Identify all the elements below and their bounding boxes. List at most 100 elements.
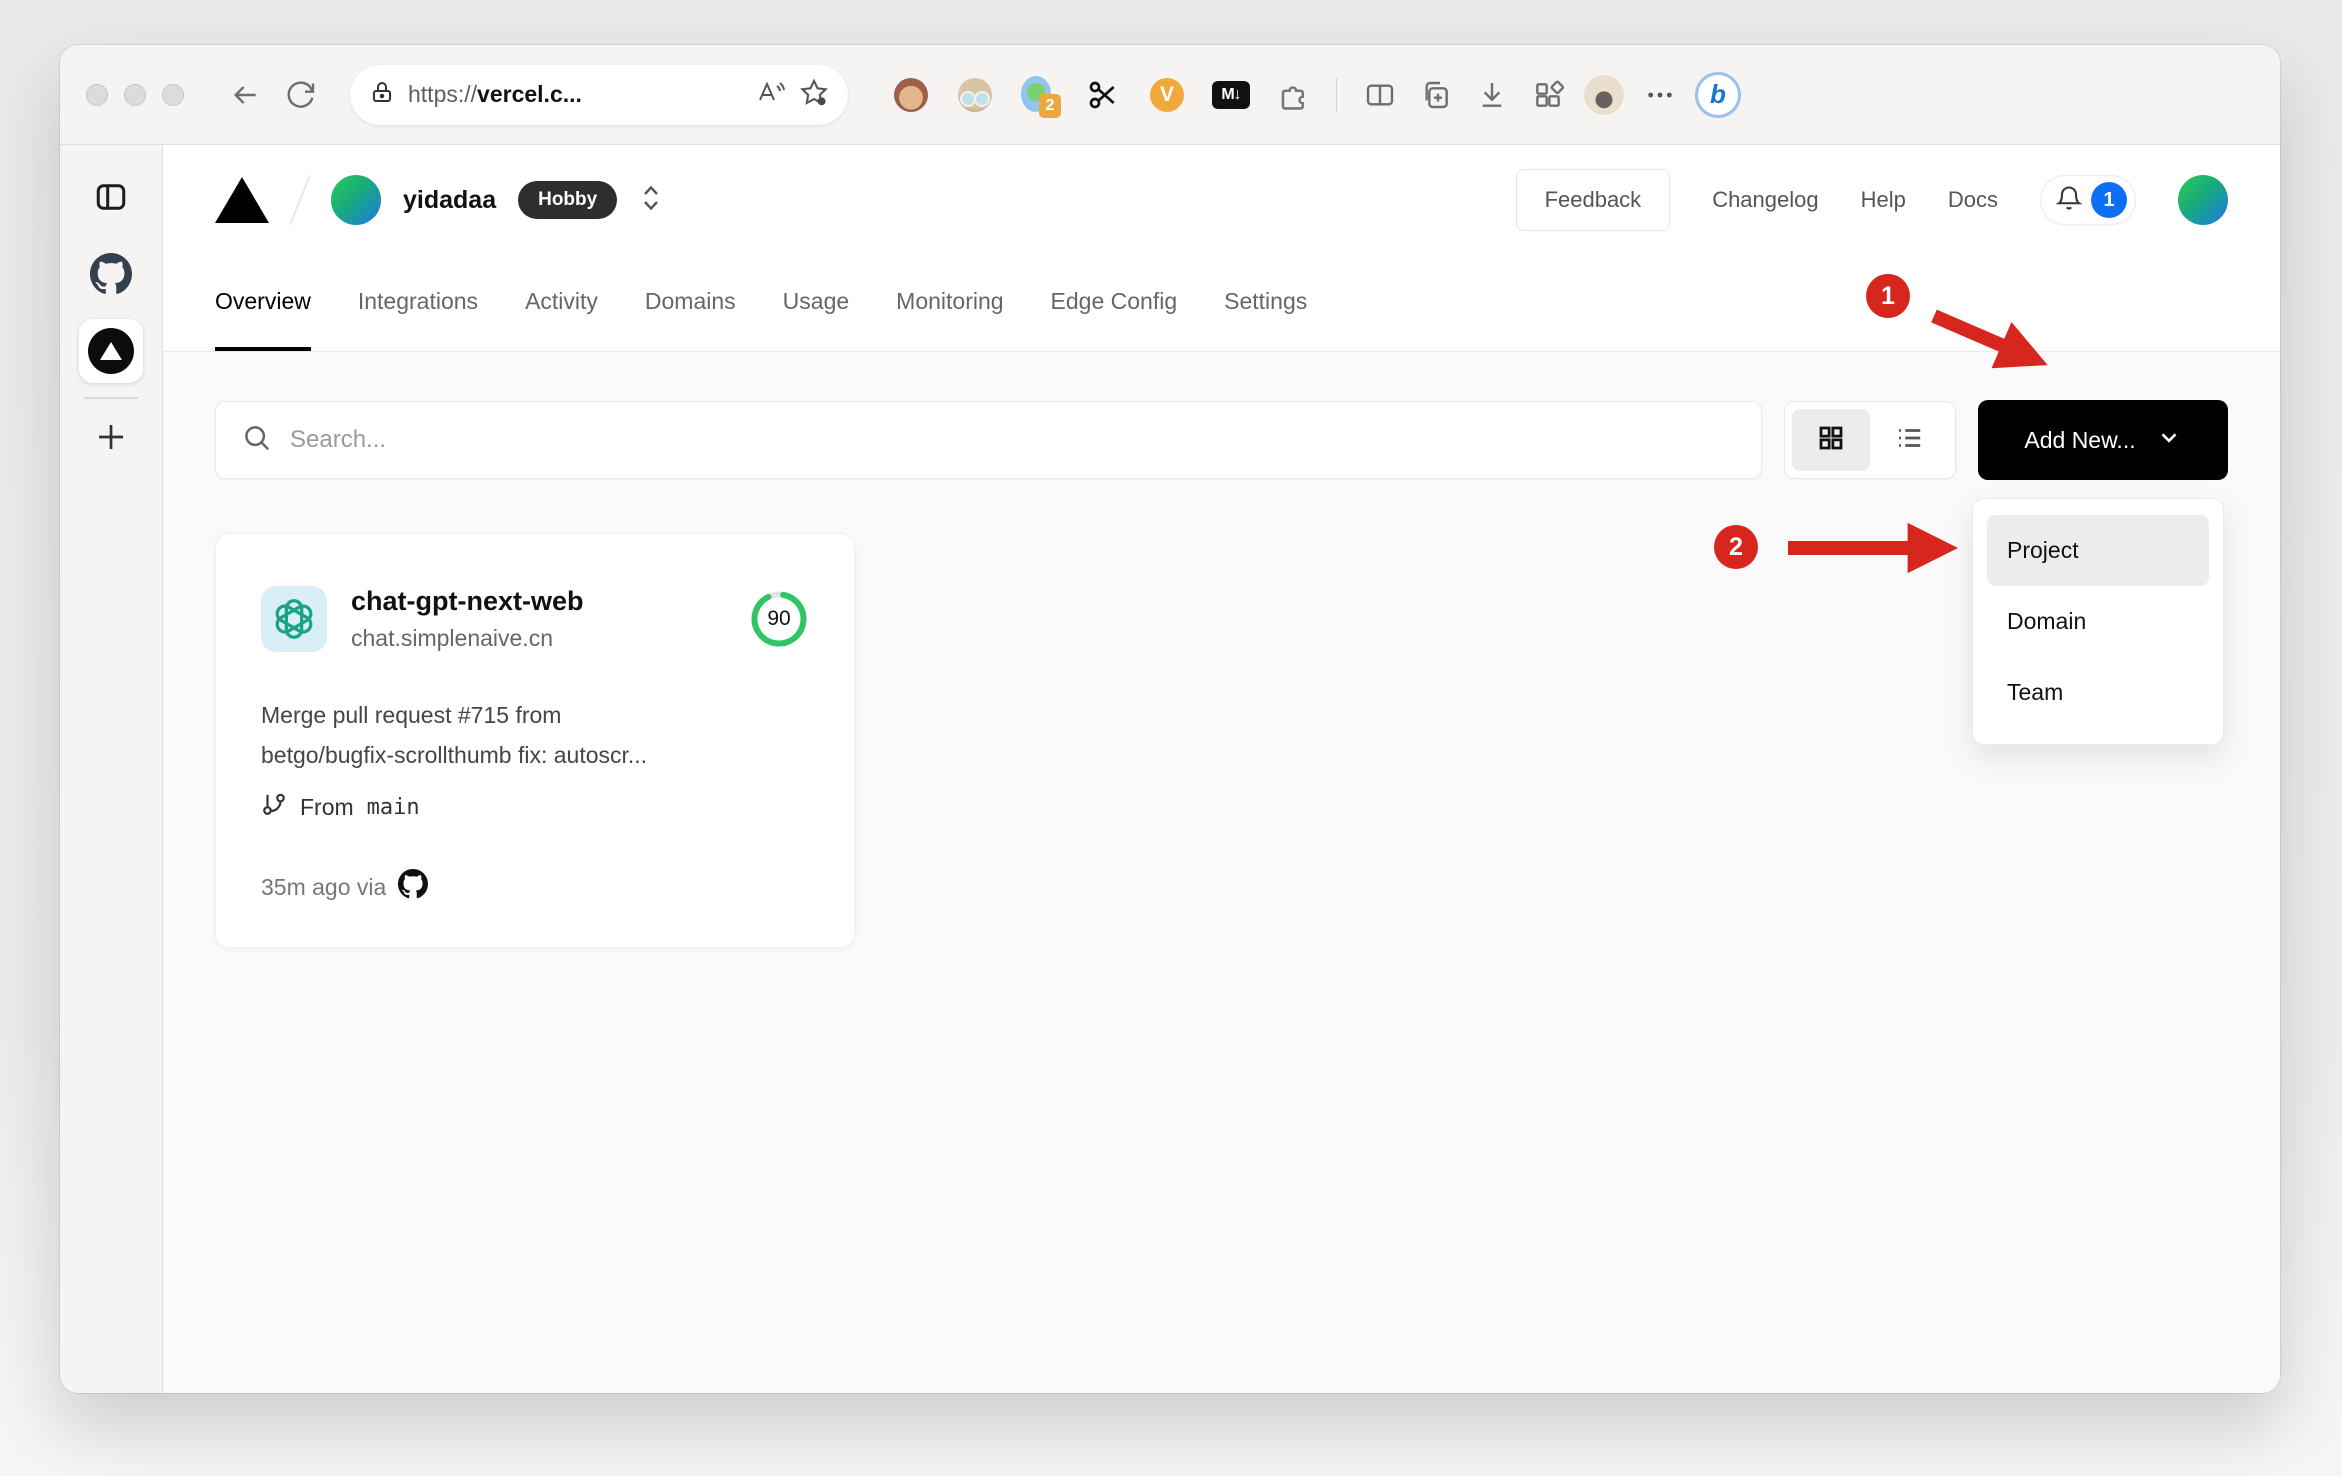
project-name: chat-gpt-next-web bbox=[351, 586, 584, 616]
scissors-extension-icon[interactable] bbox=[1084, 76, 1122, 114]
git-branch-icon bbox=[261, 791, 287, 823]
v-extension-icon[interactable]: V bbox=[1148, 76, 1186, 114]
grid-view-icon bbox=[1816, 423, 1846, 458]
project-card-header: chat-gpt-next-web chat.simplenaive.cn 90 bbox=[261, 586, 809, 652]
branch-from-label: From bbox=[300, 793, 354, 820]
project-domain[interactable]: chat.simplenaive.cn bbox=[351, 625, 584, 652]
more-menu-icon[interactable] bbox=[1639, 74, 1681, 116]
url-text: https://vercel.c... bbox=[408, 81, 582, 107]
address-bar[interactable]: https://vercel.c... bbox=[350, 64, 848, 125]
bing-chat-icon[interactable]: b bbox=[1695, 71, 1741, 118]
translate-extension-icon[interactable] bbox=[956, 76, 994, 114]
favorite-star-icon[interactable] bbox=[800, 78, 828, 111]
add-new-label: Add New... bbox=[2024, 426, 2136, 453]
reader-mode-icon[interactable] bbox=[756, 78, 786, 111]
extension-badge: 2 bbox=[1039, 93, 1061, 118]
commit-message: Merge pull request #715 from betgo/bugfi… bbox=[261, 702, 648, 768]
lock-icon bbox=[370, 80, 394, 109]
help-link[interactable]: Help bbox=[1861, 187, 1906, 213]
apps-icon[interactable] bbox=[1527, 74, 1569, 116]
changelog-link[interactable]: Changelog bbox=[1712, 187, 1818, 213]
split-screen-icon[interactable] bbox=[1359, 74, 1401, 116]
deploy-time: 35m ago via bbox=[261, 873, 387, 900]
github-icon bbox=[398, 869, 429, 905]
feedback-button[interactable]: Feedback bbox=[1515, 169, 1671, 231]
extensions-puzzle-icon[interactable] bbox=[1276, 76, 1314, 114]
vercel-logo bbox=[215, 177, 269, 223]
downloads-icon[interactable] bbox=[1471, 74, 1513, 116]
view-toggle bbox=[1784, 401, 1956, 479]
markdown-extension-icon[interactable]: M↓ bbox=[1212, 76, 1250, 114]
score-value: 90 bbox=[767, 607, 791, 630]
bell-icon bbox=[2055, 184, 2083, 217]
notification-count: 1 bbox=[2091, 182, 2127, 218]
breadcrumb-slash bbox=[288, 174, 312, 226]
docs-link[interactable]: Docs bbox=[1948, 187, 1998, 213]
tab-domains[interactable]: Domains bbox=[645, 255, 736, 351]
dropdown-item-project[interactable]: Project bbox=[1987, 515, 2209, 586]
list-view-button[interactable] bbox=[1870, 409, 1948, 471]
vercel-page: yidadaa Hobby Feedback Changelog Help Do… bbox=[163, 145, 2280, 1393]
team-switcher[interactable]: yidadaa Hobby bbox=[215, 173, 663, 227]
tab-edge-config[interactable]: Edge Config bbox=[1051, 255, 1178, 351]
sidebar-divider bbox=[84, 397, 138, 399]
tab-usage[interactable]: Usage bbox=[783, 255, 849, 351]
profile-avatar[interactable] bbox=[1583, 74, 1625, 116]
search-input[interactable] bbox=[290, 426, 1735, 454]
branch-row: From main bbox=[261, 791, 809, 823]
plan-badge: Hobby bbox=[518, 181, 618, 219]
collections-add-icon[interactable] bbox=[1415, 74, 1457, 116]
vercel-content: Add New... bbox=[163, 352, 2280, 1393]
close-button[interactable] bbox=[86, 83, 108, 106]
header-right: Feedback Changelog Help Docs 1 bbox=[1515, 169, 2228, 231]
team-name: yidadaa bbox=[403, 185, 497, 214]
toolbar-divider bbox=[1336, 77, 1337, 112]
extension-row: 2 V M↓ bbox=[892, 75, 1314, 118]
vercel-tab-active[interactable] bbox=[79, 319, 143, 383]
content-toolbar: Add New... bbox=[215, 400, 2228, 480]
branch-name: main bbox=[366, 794, 420, 820]
search-box[interactable] bbox=[215, 401, 1762, 479]
tab-monitoring[interactable]: Monitoring bbox=[896, 255, 1003, 351]
grid-view-button[interactable] bbox=[1792, 409, 1870, 471]
notifications-button[interactable]: 1 bbox=[2040, 175, 2136, 225]
proxy-extension-icon[interactable]: 2 bbox=[1020, 75, 1061, 118]
add-new-button[interactable]: Add New... bbox=[1978, 400, 2228, 480]
team-avatar bbox=[331, 175, 381, 225]
window-body: yidadaa Hobby Feedback Changelog Help Do… bbox=[60, 145, 2280, 1393]
annotation-step-2: 2 bbox=[1714, 525, 1758, 569]
chevron-down-icon bbox=[2156, 424, 2182, 456]
vercel-tab-icon bbox=[88, 328, 134, 374]
deploy-meta-row: 35m ago via bbox=[261, 869, 809, 905]
dropdown-item-team[interactable]: Team bbox=[1987, 657, 2209, 728]
sidebar-toggle-icon[interactable] bbox=[93, 179, 129, 215]
user-avatar[interactable] bbox=[2178, 175, 2228, 225]
screenshot-root: https://vercel.c... 2 V M↓ b yidadaa Hob… bbox=[0, 0, 2342, 1476]
lighthouse-score: 90 bbox=[749, 589, 809, 649]
back-icon[interactable] bbox=[224, 74, 266, 116]
monkey-extension-icon[interactable] bbox=[892, 76, 930, 114]
dropdown-item-domain[interactable]: Domain bbox=[1987, 586, 2209, 657]
team-selector-chevrons-icon[interactable] bbox=[639, 183, 663, 218]
reload-icon[interactable] bbox=[280, 74, 322, 116]
vercel-header: yidadaa Hobby Feedback Changelog Help Do… bbox=[163, 145, 2280, 255]
minimize-button[interactable] bbox=[124, 83, 146, 106]
vercel-tabs: Overview Integrations Activity Domains U… bbox=[163, 255, 2280, 352]
tab-settings[interactable]: Settings bbox=[1224, 255, 1307, 351]
new-tab-plus-icon[interactable] bbox=[93, 419, 129, 455]
tab-activity[interactable]: Activity bbox=[525, 255, 598, 351]
tab-integrations[interactable]: Integrations bbox=[358, 255, 478, 351]
project-card[interactable]: chat-gpt-next-web chat.simplenaive.cn 90 bbox=[215, 533, 855, 949]
zoom-button[interactable] bbox=[162, 83, 184, 106]
add-new-dropdown: Project Domain Team bbox=[1972, 498, 2224, 745]
traffic-lights bbox=[86, 83, 184, 106]
browser-window: https://vercel.c... 2 V M↓ b yidadaa Hob… bbox=[60, 45, 2280, 1393]
openai-logo-icon bbox=[261, 586, 327, 652]
list-view-icon bbox=[1894, 423, 1924, 458]
browser-toolbar: https://vercel.c... 2 V M↓ b bbox=[60, 45, 2280, 145]
github-tab-icon[interactable] bbox=[90, 253, 132, 295]
search-icon bbox=[242, 423, 272, 458]
tab-overview[interactable]: Overview bbox=[215, 255, 311, 351]
project-titles: chat-gpt-next-web chat.simplenaive.cn bbox=[351, 586, 584, 652]
annotation-step-1: 1 bbox=[1866, 274, 1910, 318]
